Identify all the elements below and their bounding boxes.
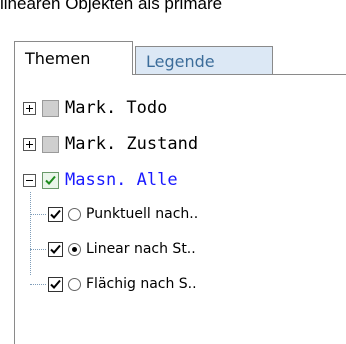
style-radio[interactable] [68,277,81,291]
tab-themen[interactable]: Themen [14,41,133,75]
collapse-minus-icon[interactable] [23,173,36,187]
layer-checkbox[interactable] [42,99,59,117]
tree-item-label: Mark. Todo [65,98,168,118]
tree-subitem-flaechig[interactable]: Flächig nach S.. [48,272,197,296]
checkmark-icon [50,279,61,289]
tree-subitem-linear[interactable]: Linear nach St.. [48,237,196,261]
sublayer-checkbox[interactable] [48,276,63,292]
layer-checkbox[interactable] [42,135,59,153]
style-radio-selected[interactable] [68,242,81,256]
checkmark-icon [45,175,56,185]
header-text-fragment: linearen Objekten als primäre [0,0,223,13]
sublayer-checkbox[interactable] [48,241,63,257]
panel-left-border [14,74,15,344]
tree-item-massn-alle[interactable]: Massn. Alle [23,168,178,192]
tree-connector-branch [30,284,46,285]
expand-plus-icon[interactable] [23,101,36,115]
tree-item-mark-todo[interactable]: Mark. Todo [23,96,167,120]
tree-connector-line [30,192,31,275]
tree-connector-branch [30,249,46,250]
checkmark-icon [50,244,61,254]
tree-item-mark-zustand[interactable]: Mark. Zustand [23,132,198,156]
tree-subitem-punktuell[interactable]: Punktuell nach.. [48,202,198,226]
layer-panel: Themen Legende Mark. Todo Mark. Zustand … [0,18,346,344]
sublayer-label: Linear nach St.. [86,241,196,257]
tree-item-label: Mark. Zustand [65,134,199,154]
sublayer-label: Flächig nach S.. [86,276,197,292]
style-radio[interactable] [68,207,81,221]
sublayer-checkbox[interactable] [48,206,63,222]
tab-legende[interactable]: Legende [135,46,273,75]
sublayer-label: Punktuell nach.. [86,206,199,222]
tree-connector-branch [30,214,46,215]
expand-plus-icon[interactable] [23,137,36,151]
layer-checkbox-checked[interactable] [42,171,59,189]
tree-item-label: Massn. Alle [65,170,178,190]
checkmark-icon [50,209,61,219]
